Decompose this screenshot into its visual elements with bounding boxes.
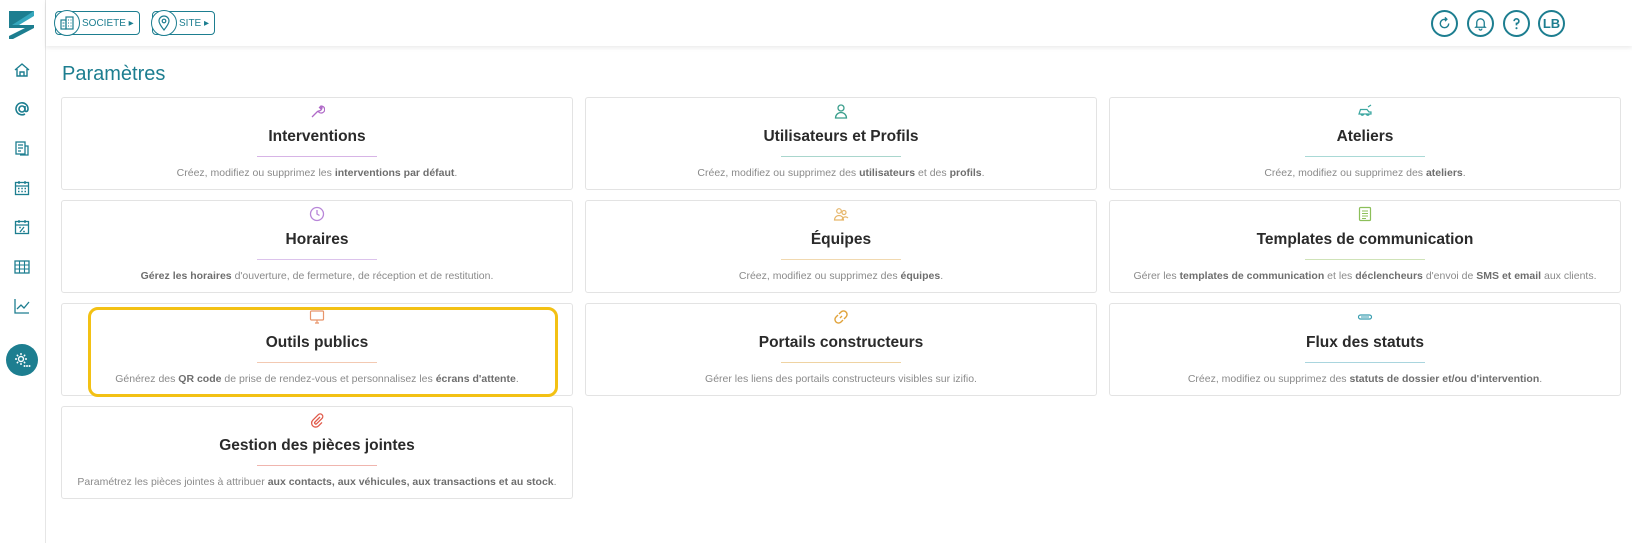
monitor-icon: [62, 309, 572, 327]
settings-icon[interactable]: [6, 344, 38, 376]
paperclip-icon: [62, 412, 572, 430]
card-title: Horaires: [285, 231, 349, 248]
documents-icon[interactable]: [11, 137, 33, 159]
divider: [781, 259, 901, 260]
user-initials: LB: [1542, 16, 1561, 31]
refresh-icon[interactable]: [1431, 10, 1458, 37]
card-description: Créez, modifiez ou supprimez des atelier…: [1264, 167, 1466, 179]
at-icon[interactable]: [11, 98, 33, 120]
card-title: Outils publics: [265, 334, 369, 351]
location-pin-icon: [151, 10, 177, 36]
site-label: SITE ▸: [179, 17, 210, 29]
car-repair-icon: [1110, 103, 1620, 121]
divider: [257, 156, 377, 157]
wrench-icon: [62, 103, 572, 121]
top-bar: SOCIETE ▸ SITE ▸ LB: [46, 0, 1632, 46]
card-description: Gérer les templates de communication et …: [1133, 270, 1597, 282]
divider: [781, 156, 901, 157]
card-pieces-jointes[interactable]: Gestion des pièces jointes Paramétrez le…: [61, 406, 573, 499]
document-list-icon: [1110, 206, 1620, 224]
site-selector[interactable]: SITE ▸: [151, 10, 216, 36]
help-icon[interactable]: [1503, 10, 1530, 37]
card-outils-publics[interactable]: Outils publics Générez des QR code de pr…: [61, 303, 573, 396]
app-logo[interactable]: [7, 8, 37, 42]
calendar-percent-icon[interactable]: [11, 216, 33, 238]
card-title: Ateliers: [1336, 128, 1394, 145]
card-flux-statuts[interactable]: Flux des statuts Créez, modifiez ou supp…: [1109, 303, 1621, 396]
building-icon: [54, 10, 80, 36]
card-interventions[interactable]: Interventions Créez, modifiez ou supprim…: [61, 97, 573, 190]
card-description: Générez des QR code de prise de rendez-v…: [115, 373, 519, 385]
sidebar: [0, 0, 46, 543]
card-portails-constructeurs[interactable]: Portails constructeurs Gérer les liens d…: [585, 303, 1097, 396]
societe-label: SOCIETE ▸: [82, 17, 134, 29]
status-flow-icon: [1110, 309, 1620, 327]
card-title: Templates de communication: [1256, 231, 1474, 248]
card-title: Flux des statuts: [1306, 334, 1424, 351]
divider: [1305, 259, 1425, 260]
divider: [1305, 362, 1425, 363]
chart-icon[interactable]: [11, 295, 33, 317]
card-title: Utilisateurs et Profils: [763, 128, 919, 145]
card-description: Paramétrez les pièces jointes à attribue…: [77, 476, 557, 488]
card-description: Créez, modifiez ou supprimez des équipes…: [738, 270, 944, 282]
table-icon[interactable]: [11, 256, 33, 278]
card-utilisateurs-profils[interactable]: Utilisateurs et Profils Créez, modifiez …: [585, 97, 1097, 190]
card-horaires[interactable]: Horaires Gérez les horaires d'ouverture,…: [61, 200, 573, 293]
team-icon: [586, 206, 1096, 224]
card-title: Portails constructeurs: [758, 334, 924, 351]
card-title: Gestion des pièces jointes: [219, 437, 415, 454]
societe-selector[interactable]: SOCIETE ▸: [54, 10, 140, 36]
card-title: Interventions: [268, 128, 366, 145]
card-templates-communication[interactable]: Templates de communication Gérer les tem…: [1109, 200, 1621, 293]
page-title: Paramètres: [62, 63, 166, 85]
divider: [781, 362, 901, 363]
calendar-icon[interactable]: [11, 177, 33, 199]
user-icon: [586, 103, 1096, 121]
divider: [257, 362, 377, 363]
card-description: Gérez les horaires d'ouverture, de ferme…: [140, 270, 494, 282]
card-equipes[interactable]: Équipes Créez, modifiez ou supprimez des…: [585, 200, 1097, 293]
link-icon: [586, 309, 1096, 327]
clock-icon: [62, 206, 572, 224]
card-description: Créez, modifiez ou supprimez les interve…: [176, 167, 458, 179]
card-description: Créez, modifiez ou supprimez des statuts…: [1187, 373, 1543, 385]
card-description: Gérer les liens des portails constructeu…: [705, 373, 977, 385]
card-ateliers[interactable]: Ateliers Créez, modifiez ou supprimez de…: [1109, 97, 1621, 190]
divider: [257, 465, 377, 466]
home-icon[interactable]: [11, 59, 33, 81]
user-avatar[interactable]: LB: [1538, 10, 1565, 37]
bell-icon[interactable]: [1467, 10, 1494, 37]
card-description: Créez, modifiez ou supprimez des utilisa…: [697, 167, 985, 179]
divider: [257, 259, 377, 260]
divider: [1305, 156, 1425, 157]
card-title: Équipes: [810, 231, 872, 248]
